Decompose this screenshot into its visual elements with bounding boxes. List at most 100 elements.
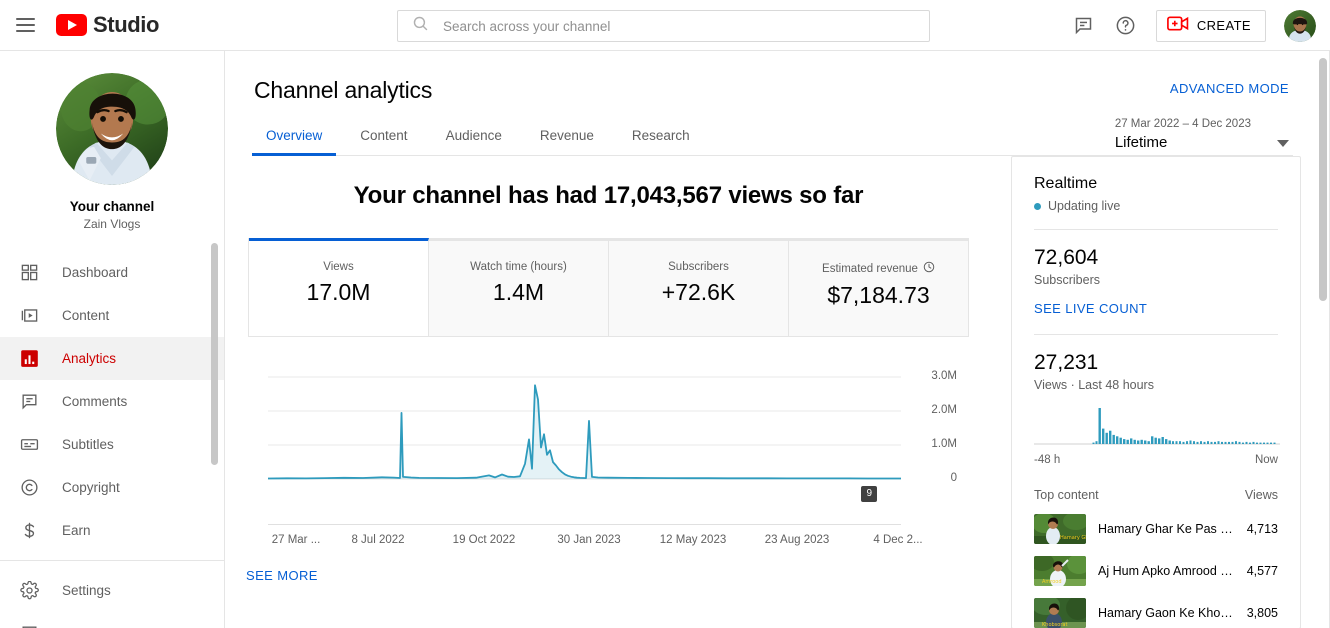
tab-research[interactable]: Research (618, 128, 704, 155)
date-range-text: 27 Mar 2022 – 4 Dec 2023 (1114, 118, 1251, 130)
page-title: Channel analytics (254, 77, 433, 103)
sidebar-item-copyright[interactable]: Copyright (0, 466, 224, 509)
sidebar-item-subtitles[interactable]: Subtitles (0, 423, 224, 466)
metric-card-watch-time[interactable]: Watch time (hours) 1.4M (429, 238, 609, 336)
youtube-studio-logo[interactable]: Studio (56, 12, 159, 38)
views-area-fill (268, 385, 901, 479)
realtime-status: Updating live (1034, 199, 1278, 213)
views-chart[interactable]: 3.0M 2.0M 1.0M 0 9 (248, 359, 969, 524)
top-bar: Studio Search across your channel CREATE (0, 0, 1330, 51)
copyright-icon (18, 477, 40, 499)
sidebar-item-label: Copyright (62, 480, 120, 495)
video-thumbnail: Khobsorat (1034, 598, 1086, 628)
tab-audience[interactable]: Audience (432, 128, 516, 155)
sidebar-item-comments[interactable]: Comments (0, 380, 224, 423)
comment-icon[interactable] (1072, 14, 1096, 38)
sidebar-divider (0, 560, 224, 561)
realtime-axis-left: -48 h (1034, 454, 1061, 466)
divider (1034, 229, 1278, 230)
sidebar-item-analytics[interactable]: Analytics (0, 337, 224, 380)
metric-card-value: 1.4M (492, 279, 545, 305)
metric-card-value: 17.0M (306, 279, 371, 305)
realtime-axis-right: Now (1254, 454, 1278, 466)
x-tick-label: 8 Jul 2022 (351, 534, 405, 546)
video-thumbnail: Hamary Ghar (1034, 514, 1086, 544)
realtime-title: Realtime (1034, 175, 1098, 192)
hamburger-menu-icon[interactable] (16, 13, 40, 37)
main-content: Channel analytics ADVANCED MODE 27 Mar 2… (226, 51, 1321, 628)
sidebar-item-label: Comments (62, 394, 128, 409)
list-item[interactable]: Hamary Ghar Hamary Ghar Ke Pas Bag... 4,… (1034, 514, 1278, 544)
sidebar: Your channel Zain Vlogs Dashboard Conten… (0, 51, 225, 628)
realtime-views-count: 27,231 (1034, 351, 1099, 374)
sidebar-item-label: Dashboard (62, 265, 129, 280)
list-item[interactable]: Amrood Aj Hum Apko Amrood Ka ... 4,577 (1034, 556, 1278, 586)
dollar-sign-icon (18, 520, 40, 542)
tab-revenue[interactable]: Revenue (526, 128, 608, 155)
gear-icon (18, 580, 40, 602)
x-tick-label: 4 Dec 2... (873, 534, 923, 546)
date-range-selector[interactable]: 27 Mar 2022 – 4 Dec 2023 Lifetime (1115, 116, 1289, 153)
video-frame-icon (18, 305, 40, 327)
chart-gridlines (268, 376, 901, 480)
video-views: 4,577 (1246, 564, 1278, 578)
sidebar-scrollbar[interactable] (211, 243, 218, 465)
sidebar-item-dashboard[interactable]: Dashboard (0, 251, 224, 294)
sidebar-item-settings[interactable]: Settings (0, 569, 224, 612)
video-title: Hamary Ghar Ke Pas Bag... (1098, 522, 1235, 536)
sidebar-item-label: Settings (62, 583, 111, 598)
sidebar-item-send-feedback[interactable]: Send feedback (0, 612, 224, 628)
search-bar[interactable] (397, 10, 930, 42)
chart-x-axis: 27 Mar ... 8 Jul 2022 19 Oct 2022 30 Jan… (248, 524, 969, 554)
list-item[interactable]: Khobsorat Hamary Gaon Ke Khobsor... 3,80… (1034, 598, 1278, 628)
metric-card-subscribers[interactable]: Subscribers +72.6K (609, 238, 789, 336)
advanced-mode-link[interactable]: ADVANCED MODE (1170, 81, 1289, 96)
x-tick-label: 12 May 2023 (659, 534, 727, 546)
metric-card-estimated-revenue[interactable]: Estimated revenue $7,184.73 (789, 238, 968, 336)
sidebar-item-label: Content (62, 308, 110, 323)
y-tick-label: 1.0M (931, 438, 957, 450)
video-views: 4,713 (1246, 522, 1278, 536)
see-more-link[interactable]: SEE MORE (246, 568, 318, 583)
realtime-status-label: Updating live (1048, 199, 1121, 213)
date-range-label: Lifetime (1114, 134, 1168, 151)
live-dot-icon (1034, 202, 1041, 210)
sidebar-item-label: Earn (62, 523, 91, 538)
tab-overview[interactable]: Overview (252, 128, 337, 156)
create-button[interactable]: CREATE (1155, 9, 1266, 42)
y-tick-label: 2.0M (931, 404, 957, 416)
tab-content[interactable]: Content (346, 128, 421, 155)
realtime-bar-chart[interactable] (1034, 406, 1280, 448)
views-column-label: Views (1244, 488, 1278, 502)
top-content-header: Top content Views (1034, 488, 1278, 502)
top-content-label: Top content (1034, 488, 1099, 502)
realtime-panel: Realtime Updating live 72,604 Subscriber… (1011, 156, 1301, 628)
comment-icon (18, 391, 40, 413)
metric-card-views[interactable]: Views 17.0M (249, 238, 429, 336)
chevron-down-icon[interactable] (1277, 140, 1289, 147)
chart-y-axis: 3.0M 2.0M 1.0M 0 (923, 359, 969, 484)
metric-cards: Views 17.0M Watch time (hours) 1.4M Subs… (248, 238, 969, 337)
channel-label: Your channel (69, 199, 155, 214)
sidebar-item-content[interactable]: Content (0, 294, 224, 337)
sidebar-nav: Dashboard Content Analytics Comments Sub… (0, 251, 224, 628)
x-tick-label: 19 Oct 2022 (452, 534, 516, 546)
main-header: Channel analytics ADVANCED MODE 27 Mar 2… (226, 51, 1321, 156)
sidebar-item-label: Subtitles (62, 437, 114, 452)
realtime-subscribers-count: 72,604 (1034, 246, 1099, 269)
x-axis-line (268, 524, 901, 525)
channel-avatar[interactable] (56, 73, 168, 185)
channel-block: Your channel Zain Vlogs (0, 51, 224, 231)
video-title: Aj Hum Apko Amrood Ka ... (1098, 564, 1235, 578)
divider (1034, 334, 1278, 335)
sidebar-item-earn[interactable]: Earn (0, 509, 224, 552)
metric-card-label: Views (323, 261, 354, 273)
metric-card-label: Estimated revenue (822, 262, 918, 275)
see-live-count-link[interactable]: SEE LIVE COUNT (1034, 301, 1147, 316)
subtitles-icon (18, 434, 40, 456)
avatar[interactable] (1284, 9, 1316, 42)
search-input[interactable] (443, 18, 929, 34)
help-circle-icon[interactable] (1114, 14, 1138, 38)
overview-left-column: Your channel has had 17,043,567 views so… (226, 156, 991, 585)
page-scrollbar[interactable] (1319, 58, 1327, 301)
